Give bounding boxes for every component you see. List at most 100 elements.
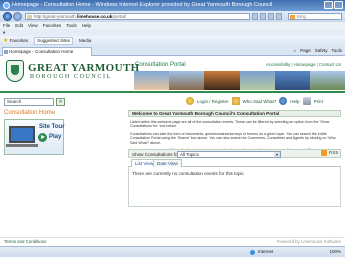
- separator: |: [291, 62, 293, 67]
- play-icon[interactable]: [38, 133, 47, 142]
- site-search-button[interactable]: »: [56, 98, 65, 106]
- bing-icon: [290, 15, 295, 19]
- home-icon[interactable]: ⌂: [293, 47, 296, 55]
- laptop-icon: [9, 126, 35, 143]
- address-prefix: http://great-yarmouth.: [34, 14, 78, 19]
- accessibility-link[interactable]: Accessibility: [266, 62, 291, 67]
- who-said-what-link[interactable]: Who Said What?: [243, 99, 277, 104]
- menu-view[interactable]: View: [28, 22, 38, 29]
- banner-photo: [134, 71, 170, 90]
- show-consultations-label: Show Consultations for:: [132, 152, 181, 157]
- window-title: Homepage - Consultation Home - Windows I…: [12, 2, 273, 8]
- tab-page-icon: [4, 50, 8, 54]
- help-link[interactable]: Help: [290, 99, 299, 104]
- address-tools: [252, 13, 282, 20]
- address-bar[interactable]: http://great-yarmouth.limehouse.co.uk/po…: [25, 13, 250, 20]
- intro-paragraph: Consultations can take the form of docum…: [130, 131, 336, 145]
- key-icon[interactable]: [186, 97, 194, 105]
- header-divider: [0, 91, 345, 93]
- top-links: Accessibility|Homepage|Contact Us: [266, 62, 341, 67]
- site-actions: Login / Register Who Said What? Help Pri…: [186, 97, 323, 105]
- refresh-icon[interactable]: [260, 13, 266, 20]
- address-path: /portal/: [112, 14, 127, 19]
- tools-menu[interactable]: Tools: [331, 47, 342, 55]
- help-icon[interactable]: [279, 97, 288, 105]
- login-register-link[interactable]: Login / Register: [197, 99, 229, 104]
- site-search-input[interactable]: Search: [4, 98, 54, 106]
- favorites-bar: ★ Favorites Suggested Sites Media: [0, 36, 345, 46]
- page-icon: [27, 15, 32, 19]
- logo-subtitle: BOROUGH COUNCIL: [30, 74, 112, 80]
- banner-photo: [169, 71, 205, 90]
- zone-label: Internet: [258, 249, 274, 254]
- menu-favorites[interactable]: Favorites: [43, 22, 62, 29]
- browser-search-input[interactable]: Bing: [288, 13, 342, 20]
- command-bar: ⌂ Page Safety Tools: [293, 47, 342, 55]
- tab-label: Homepage - Consultation Home: [9, 49, 74, 54]
- banner-photo: [239, 71, 275, 90]
- window-title-bar: Homepage - Consultation Home - Windows I…: [0, 0, 345, 11]
- left-heading: Consultation Home: [4, 110, 56, 116]
- rss-label[interactable]: RSS: [329, 150, 338, 155]
- topic-select[interactable]: All Topics ▾: [177, 151, 281, 158]
- page-footer: Terms and Conditions Powered by Limehous…: [0, 237, 345, 246]
- homepage-link[interactable]: Homepage: [294, 62, 316, 67]
- convert-icon[interactable]: ▾: [3, 30, 5, 35]
- banner-photo: [309, 71, 345, 90]
- safety-menu[interactable]: Safety: [315, 47, 328, 55]
- favorites-button[interactable]: ★ Favorites: [3, 36, 28, 46]
- no-events-message: There are currently no consultation even…: [128, 167, 341, 207]
- web-page: GREAT YARMOUTH BOROUGH COUNCIL Consultat…: [0, 56, 345, 246]
- topic-selected: All Topics: [180, 152, 199, 157]
- site-tour-title: Site Tour: [39, 124, 65, 130]
- globe-icon: [250, 249, 255, 255]
- menu-tools[interactable]: Tools: [66, 22, 77, 29]
- menu-help[interactable]: Help: [82, 22, 91, 29]
- council-logo[interactable]: GREAT YARMOUTH BOROUGH COUNCIL: [6, 60, 139, 84]
- stop-icon[interactable]: [268, 13, 274, 20]
- star-icon: ★: [3, 38, 9, 44]
- back-button[interactable]: [3, 12, 12, 21]
- minimize-button[interactable]: [324, 1, 333, 9]
- zoom-level[interactable]: 100%: [329, 247, 341, 257]
- menu-bar: File Edit View Favorites Tools Help: [0, 22, 345, 29]
- suggested-sites-link[interactable]: Suggested Sites: [34, 37, 73, 45]
- contact-us-link[interactable]: Contact Us: [319, 62, 341, 67]
- maximize-button[interactable]: [334, 1, 343, 9]
- welcome-heading: Welcome to Great Yarmouth Borough Counci…: [128, 110, 341, 117]
- print-link[interactable]: Print: [314, 99, 323, 104]
- tab-row: Homepage - Consultation Home ⌂ Page Safe…: [0, 46, 345, 56]
- portal-title: Consultation Portal: [135, 62, 186, 68]
- terms-link[interactable]: Terms and Conditions: [4, 238, 46, 246]
- intro-paragraph: Listed within this welcome page are all …: [130, 120, 330, 129]
- header-banner-image: [134, 71, 345, 90]
- ie-icon: [3, 2, 10, 9]
- play-label[interactable]: Play: [49, 134, 61, 140]
- menu-edit[interactable]: Edit: [15, 22, 23, 29]
- favorites-label: Favorites: [9, 38, 29, 43]
- browser-tab[interactable]: Homepage - Consultation Home: [2, 47, 92, 56]
- powered-by: Powered by Limehouse Software: [276, 239, 341, 244]
- address-domain: limehouse.co.uk: [77, 14, 113, 19]
- window-controls: [324, 1, 343, 9]
- who-said-what-icon[interactable]: [231, 97, 240, 105]
- media-link[interactable]: Media: [79, 36, 91, 46]
- rss-icon[interactable]: [321, 150, 327, 156]
- page-menu[interactable]: Page: [300, 47, 311, 55]
- forward-button[interactable]: [13, 12, 22, 21]
- menu-file[interactable]: File: [3, 22, 10, 29]
- site-tour-panel[interactable]: Site Tour Play: [4, 119, 65, 155]
- rss-link[interactable]: RSS: [321, 150, 338, 156]
- address-row: http://great-yarmouth.limehouse.co.uk/po…: [0, 11, 345, 22]
- tab-date-view[interactable]: Date View: [153, 159, 182, 167]
- crest-icon: [6, 60, 24, 82]
- separator: |: [316, 62, 318, 67]
- banner-photo: [274, 71, 310, 90]
- compat-view-icon[interactable]: [252, 13, 258, 20]
- chevron-down-icon[interactable]: ▾: [274, 152, 280, 157]
- rss-feed-icon[interactable]: [276, 13, 282, 20]
- print-icon[interactable]: [302, 97, 311, 105]
- site-toolbar: Search » Login / Register Who Said What?…: [0, 96, 345, 108]
- security-zone: Internet: [250, 247, 273, 257]
- logo-title: GREAT YARMOUTH: [28, 62, 140, 74]
